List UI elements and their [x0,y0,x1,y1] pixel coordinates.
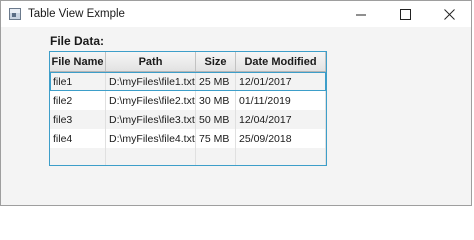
cell-size: 25 MB [196,72,236,91]
window-title: Table View Exmple [28,8,125,20]
cell-path: D:\myFiles\file2.txt [106,91,196,110]
cell-file-name: file1 [50,72,106,91]
cell-date-modified: 12/04/2017 [236,110,326,129]
cell-date-modified: 01/11/2019 [236,91,326,110]
cell-path: D:\myFiles\file1.txt [106,72,196,91]
cell-size: 50 MB [196,110,236,129]
table-row-empty [50,148,326,165]
table-row[interactable]: file3 D:\myFiles\file3.txt 50 MB 12/04/2… [50,110,326,129]
file-data-label: File Data: [50,34,105,48]
table-row[interactable]: file1 D:\myFiles\file1.txt 25 MB 12/01/2… [50,72,326,91]
table-row[interactable]: file2 D:\myFiles\file2.txt 30 MB 01/11/2… [50,91,326,110]
cell-path: D:\myFiles\file3.txt [106,110,196,129]
file-table[interactable]: File Name Path Size Date Modified file1 … [49,51,327,166]
table-header: File Name Path Size Date Modified [50,52,326,72]
column-header-size[interactable]: Size [196,52,236,71]
cell-size: 30 MB [196,91,236,110]
app-window: Table View Exmple File Data: File Name P… [0,0,472,206]
app-icon [9,8,21,20]
empty-cell [236,148,326,165]
empty-cell [196,148,236,165]
column-header-path[interactable]: Path [106,52,196,71]
close-button[interactable] [427,1,471,27]
column-header-date-modified[interactable]: Date Modified [236,52,326,71]
empty-cell [50,148,106,165]
maximize-icon [399,8,411,20]
cell-date-modified: 12/01/2017 [236,72,326,91]
empty-cell [106,148,196,165]
title-bar: Table View Exmple [1,1,471,27]
cell-date-modified: 25/09/2018 [236,129,326,148]
column-header-file-name[interactable]: File Name [50,52,106,71]
cell-path: D:\myFiles\file4.txt [106,129,196,148]
maximize-button[interactable] [383,1,427,27]
minimize-icon [355,14,366,15]
window-controls [339,1,471,27]
cell-file-name: file3 [50,110,106,129]
minimize-button[interactable] [339,1,383,27]
table-row[interactable]: file4 D:\myFiles\file4.txt 75 MB 25/09/2… [50,129,326,148]
cell-file-name: file4 [50,129,106,148]
close-icon [443,8,455,20]
cell-size: 75 MB [196,129,236,148]
cell-file-name: file2 [50,91,106,110]
